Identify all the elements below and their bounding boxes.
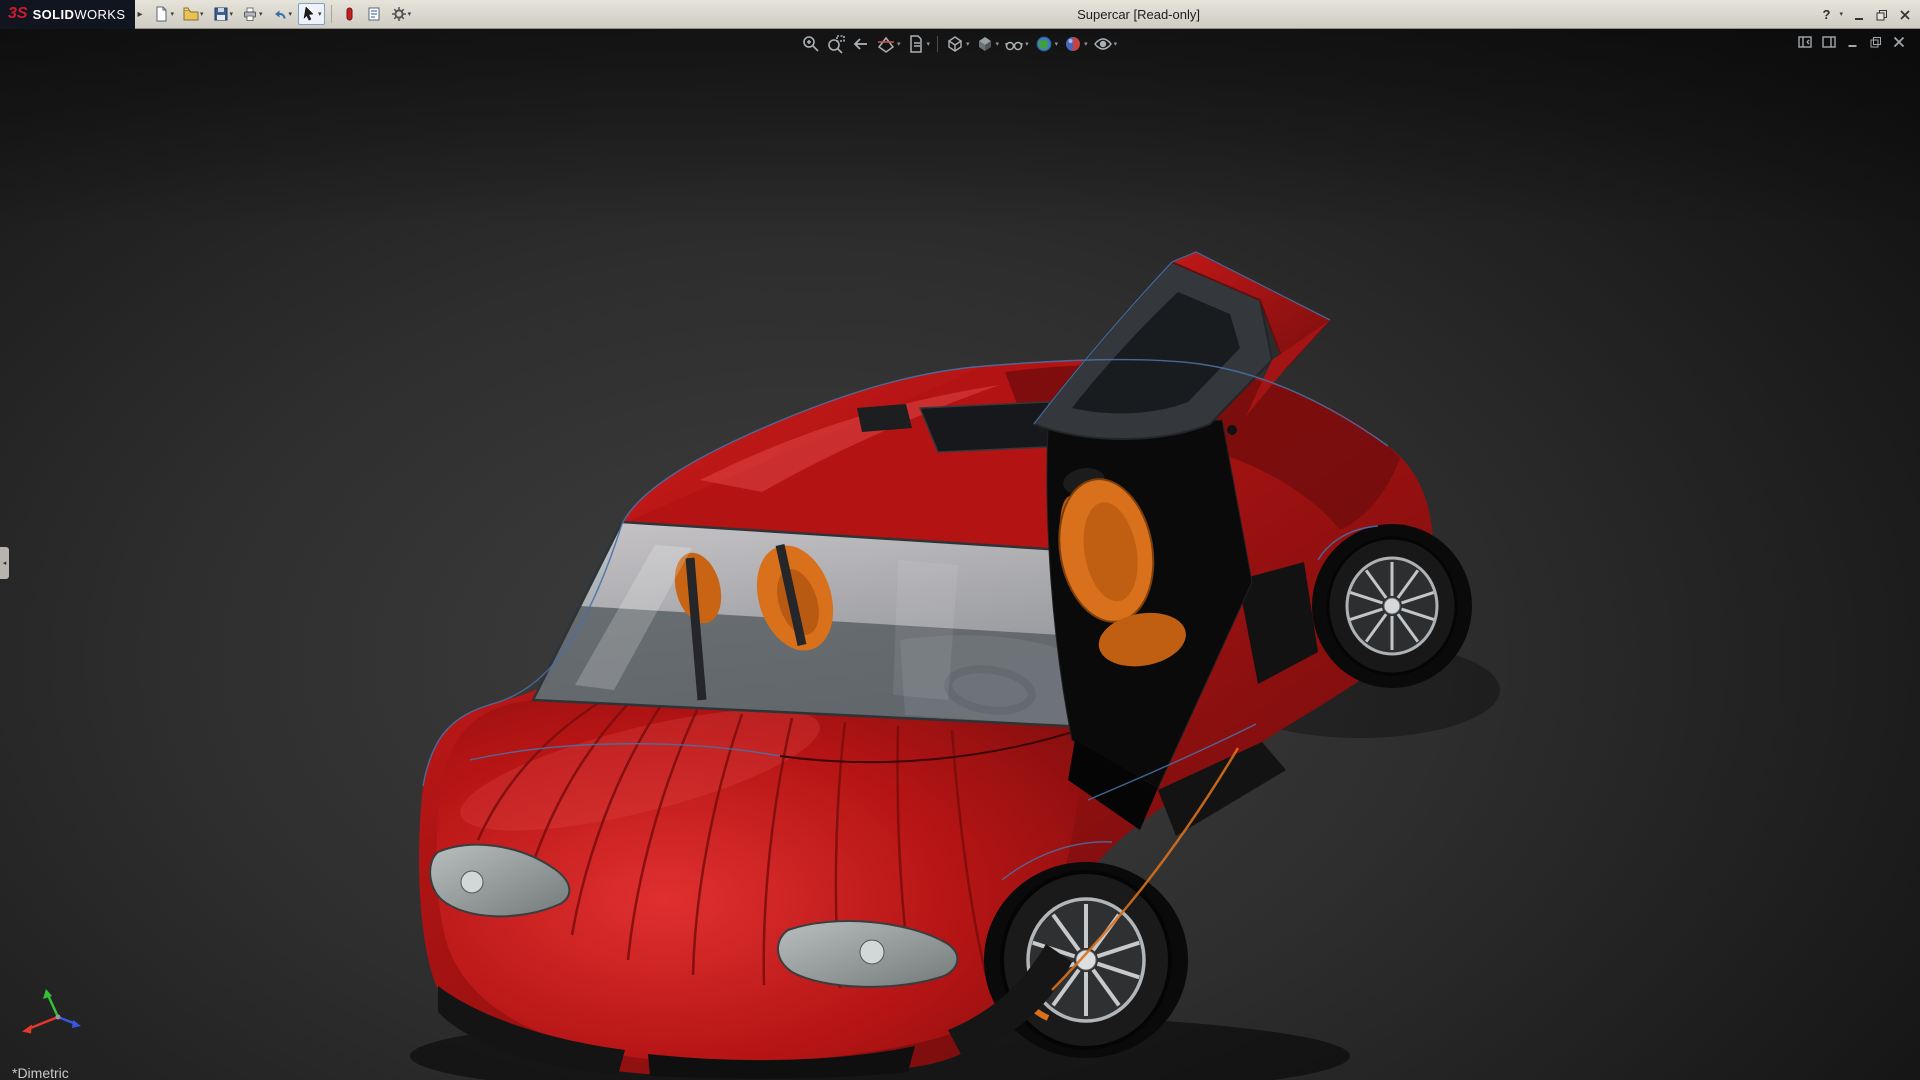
print-button[interactable]: ▾ (239, 3, 266, 25)
expand-feature-pane-button[interactable] (1798, 35, 1813, 49)
windshield[interactable] (533, 522, 1088, 727)
section-view-button[interactable]: ▾ (875, 33, 902, 55)
chevron-down-icon[interactable]: ▾ (1114, 41, 1118, 48)
chevron-down-icon[interactable]: ▾ (259, 11, 263, 18)
restore-button[interactable] (1875, 8, 1889, 22)
close-button[interactable] (1898, 8, 1912, 22)
chevron-down-icon[interactable]: ▾ (289, 11, 293, 18)
restore-document-button[interactable] (1869, 35, 1883, 49)
close-document-button[interactable] (1892, 35, 1906, 49)
edit-appearance-ball-icon (1063, 34, 1083, 54)
zoom-to-fit-button[interactable] (800, 33, 822, 55)
apply-scene-button[interactable]: ▾ (1033, 33, 1060, 55)
options-button[interactable]: ▾ (388, 3, 415, 25)
chevron-down-icon[interactable]: ▾ (966, 41, 970, 48)
open-document-icon (183, 6, 199, 22)
options-gear-icon (391, 6, 407, 22)
chevron-down-icon[interactable]: ▾ (897, 41, 901, 48)
display-style-icon (975, 34, 995, 54)
select-cursor-icon (301, 6, 317, 22)
section-view-icon (876, 34, 896, 54)
open-document-button[interactable]: ▾ (180, 3, 207, 25)
select-tool-button[interactable]: ▾ (298, 3, 325, 25)
rear-wheel[interactable] (1312, 524, 1472, 688)
titlebar: 3S SOLIDWORKS ▸ ▾ ▾ ▾ ▾ ▾ ▾ (0, 0, 1920, 29)
x-axis-arrow (22, 1017, 58, 1034)
heads-up-view-toolbar: ▾ ▾ ▾ ▾ ▾ ▾ ▾ ▾ (800, 33, 1118, 55)
save-icon (213, 6, 229, 22)
chevron-down-icon[interactable]: ▾ (230, 11, 234, 18)
minimize-document-button[interactable] (1846, 35, 1860, 49)
apply-scene-globe-icon (1034, 34, 1054, 54)
new-document-icon (153, 6, 169, 22)
help-button[interactable]: ? (1823, 7, 1831, 22)
save-button[interactable]: ▾ (210, 3, 237, 25)
zoom-to-fit-icon (801, 34, 821, 54)
panel-collapse-tab[interactable]: ◂ (0, 547, 9, 579)
chevron-down-icon[interactable]: ▾ (996, 41, 1000, 48)
display-style-button[interactable]: ▾ (974, 33, 1001, 55)
window-controls: ? ▾ (1823, 0, 1912, 29)
toolbar-separator (937, 36, 938, 52)
chevron-down-icon[interactable]: ▾ (927, 41, 931, 48)
chevron-down-icon[interactable]: ▾ (170, 11, 174, 18)
sheet-properties-icon (366, 6, 382, 22)
3d-model-scene[interactable] (0, 29, 1920, 1080)
view-settings-button[interactable]: ▾ (1092, 33, 1119, 55)
chevron-down-icon[interactable]: ▾ (1025, 41, 1029, 48)
chevron-right-icon: ▸ (137, 9, 142, 20)
solidworks-logo: 3S SOLIDWORKS (0, 0, 135, 29)
minimize-button[interactable] (1852, 8, 1866, 22)
chevron-down-icon[interactable]: ▾ (408, 11, 412, 18)
chevron-down-icon[interactable]: ▾ (200, 11, 204, 18)
hide-show-items-button[interactable]: ▾ (1003, 33, 1030, 55)
chevron-down-icon[interactable]: ▾ (1055, 41, 1059, 48)
view-orientation-label: *Dimetric (12, 1065, 69, 1080)
view-orientation-button[interactable]: ▾ (944, 33, 971, 55)
undo-button[interactable]: ▾ (269, 3, 296, 25)
zoom-to-area-button[interactable] (825, 33, 847, 55)
main-toolbar: ▾ ▾ ▾ ▾ ▾ ▾ ▾ (150, 3, 414, 25)
edit-appearance-button[interactable]: ▾ (1062, 33, 1089, 55)
graphics-viewport[interactable]: ▾ ▾ ▾ ▾ ▾ ▾ ▾ ▾ (0, 29, 1920, 1080)
new-document-button[interactable]: ▾ (150, 3, 177, 25)
chevron-down-icon[interactable]: ▾ (1839, 11, 1843, 18)
chevron-down-icon[interactable]: ▾ (1084, 41, 1088, 48)
sheet-properties-button[interactable] (363, 3, 385, 25)
annotation-views-icon (906, 34, 926, 54)
annotation-views-button[interactable]: ▾ (905, 33, 932, 55)
previous-view-icon (851, 34, 871, 54)
view-orientation-cube-icon (945, 34, 965, 54)
chevron-down-icon[interactable]: ▾ (318, 11, 322, 18)
orientation-triad (18, 987, 94, 1045)
hide-show-glasses-icon (1004, 34, 1024, 54)
supercar-model[interactable] (419, 252, 1472, 1079)
zoom-to-area-icon (826, 34, 846, 54)
appearance-icon (341, 6, 357, 22)
appearance-button[interactable] (338, 3, 360, 25)
brand-text: SOLIDWORKS (33, 7, 126, 22)
window-title: Supercar [Read-only] (1077, 7, 1200, 22)
z-axis-arrow (58, 1017, 81, 1028)
undo-icon (272, 6, 288, 22)
y-axis-arrow (43, 989, 58, 1017)
previous-view-button[interactable] (850, 33, 872, 55)
expand-display-pane-button[interactable] (1822, 35, 1837, 49)
view-settings-eye-icon (1093, 34, 1113, 54)
toolbar-separator (331, 5, 332, 23)
brand-mark: 3S (8, 5, 28, 23)
print-icon (242, 6, 258, 22)
document-window-controls (1798, 35, 1906, 49)
